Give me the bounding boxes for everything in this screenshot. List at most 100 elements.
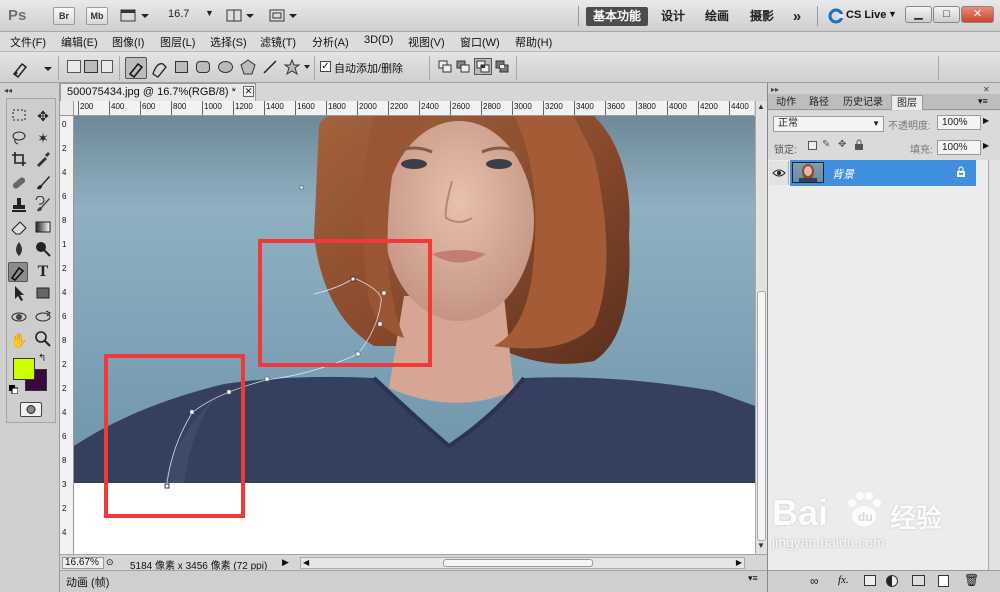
workspace-design[interactable]: 设计 — [656, 7, 690, 26]
shape-layers-icon[interactable] — [67, 60, 81, 73]
paths-mode-icon[interactable] — [84, 60, 98, 73]
menu-layer[interactable]: 图层(L) — [160, 34, 195, 50]
brush-tool-icon[interactable] — [33, 174, 53, 194]
3d-rotate-icon[interactable] — [9, 308, 29, 328]
screen-mode-icon[interactable] — [269, 8, 299, 24]
more-workspaces-icon[interactable]: » — [786, 7, 808, 26]
add-path-area-icon[interactable] — [438, 60, 452, 73]
tab-layers[interactable]: 图层 — [891, 95, 923, 110]
close-document-icon[interactable]: ✕ — [243, 86, 254, 97]
ruler-origin[interactable] — [60, 101, 74, 116]
collapse-tools-icon[interactable]: ◂◂ — [4, 86, 12, 95]
eraser-tool-icon[interactable] — [9, 218, 29, 238]
layer-visibility-toggle[interactable] — [769, 161, 789, 185]
lasso-tool-icon[interactable] — [9, 128, 29, 148]
rounded-rectangle-icon[interactable] — [196, 61, 210, 73]
fill-input[interactable]: 100% — [937, 140, 981, 155]
menu-window[interactable]: 窗口(W) — [460, 34, 500, 50]
minimize-button[interactable]: ▁ — [905, 6, 932, 23]
zoom-tool-icon[interactable] — [33, 330, 53, 350]
freeform-pen-icon[interactable] — [150, 58, 170, 78]
rectangle-shape-icon[interactable] — [175, 61, 188, 73]
eyedropper-icon[interactable] — [33, 150, 53, 170]
lock-all-icon[interactable] — [854, 139, 864, 150]
scroll-up-icon[interactable]: ▲ — [757, 102, 765, 111]
fill-dropdown-icon[interactable]: ▶ — [983, 141, 989, 150]
magic-wand-icon[interactable]: ✶ — [33, 128, 53, 148]
expand-panels-icon[interactable]: ▸▸ — [771, 85, 779, 94]
horizontal-scrollbar[interactable]: ◀ ▶ — [300, 557, 745, 569]
status-menu-arrow-icon[interactable]: ▶ — [282, 555, 294, 570]
tool-preset-picker[interactable] — [8, 57, 56, 79]
document-tab[interactable]: 500075434.jpg @ 16.7%(RGB/8) * — [60, 83, 256, 101]
adjustment-layer-icon[interactable] — [886, 575, 898, 587]
lock-image-icon[interactable]: ✎ — [822, 139, 830, 150]
cs-live-button[interactable]: CS Live — [846, 9, 886, 21]
menu-edit[interactable]: 编辑(E) — [61, 34, 98, 50]
mini-bridge-button[interactable]: Mb — [86, 7, 108, 25]
menu-select[interactable]: 选择(S) — [210, 34, 247, 50]
blend-mode-select[interactable]: 正常 ▼ — [773, 116, 884, 132]
path-selection-icon[interactable] — [9, 284, 29, 304]
auto-add-delete-checkbox[interactable]: ✓ — [320, 61, 331, 72]
tab-paths[interactable]: 路径 — [804, 95, 834, 110]
menu-view[interactable]: 视图(V) — [408, 34, 445, 50]
lock-position-icon[interactable]: ✥ — [838, 139, 846, 150]
menu-file[interactable]: 文件(F) — [10, 34, 46, 50]
crop-tool-icon[interactable] — [9, 150, 29, 170]
horizontal-scroll-thumb[interactable] — [443, 559, 593, 567]
3d-orbit-icon[interactable] — [33, 308, 53, 328]
tab-actions[interactable]: 动作 — [770, 95, 802, 110]
type-tool-icon[interactable]: T — [33, 262, 53, 282]
swap-colors-arrow-icon[interactable]: ↰ — [38, 353, 46, 364]
link-layers-icon[interactable]: ∞ — [810, 574, 819, 588]
hand-tool-icon[interactable]: ✋ — [9, 330, 29, 350]
quick-mask-icon[interactable] — [20, 402, 42, 417]
polygon-shape-icon[interactable] — [240, 59, 256, 75]
intersect-path-area-icon[interactable] — [474, 58, 492, 75]
opacity-dropdown-icon[interactable]: ▶ — [983, 116, 989, 125]
vertical-scroll-thumb[interactable] — [757, 291, 766, 541]
pen-tool-option-icon[interactable] — [125, 57, 147, 79]
status-info-icon[interactable]: ⊙ — [106, 557, 120, 569]
bridge-button[interactable]: Br — [53, 7, 75, 25]
blur-tool-icon[interactable] — [9, 240, 29, 260]
subtract-path-area-icon[interactable] — [456, 60, 470, 73]
scroll-right-icon[interactable]: ▶ — [736, 558, 742, 567]
animation-panel-title[interactable]: 动画 (帧) — [66, 574, 109, 590]
healing-brush-icon[interactable] — [9, 174, 29, 194]
zoom-level-select[interactable]: 16.7 ▼ — [168, 8, 218, 24]
scroll-left-icon[interactable]: ◀ — [303, 558, 309, 567]
delete-layer-icon[interactable]: 🗑 — [964, 573, 979, 587]
scroll-down-icon[interactable]: ▼ — [757, 541, 765, 550]
vertical-scrollbar[interactable]: ▲ ▼ — [755, 101, 767, 554]
cs-live-chevron-icon[interactable]: ▼ — [888, 9, 897, 19]
gradient-tool-icon[interactable] — [33, 218, 53, 238]
new-layer-icon[interactable] — [938, 575, 949, 587]
vertical-ruler[interactable]: 0 2 4 6 8 1 2 4 6 8 2 2 4 6 8 3 2 4 — [60, 116, 74, 554]
menu-help[interactable]: 帮助(H) — [515, 34, 552, 50]
layers-scrollbar[interactable] — [988, 160, 1000, 570]
menu-filter[interactable]: 滤镜(T) — [260, 34, 296, 50]
menu-analysis[interactable]: 分析(A) — [312, 34, 349, 50]
rectangle-tool-icon[interactable] — [33, 284, 53, 304]
add-mask-icon[interactable] — [864, 575, 876, 586]
custom-shape-icon[interactable] — [283, 58, 311, 76]
fill-pixels-icon[interactable] — [101, 60, 113, 73]
marquee-tool-icon[interactable] — [9, 106, 29, 126]
document-canvas[interactable] — [74, 116, 755, 554]
history-brush-icon[interactable] — [33, 195, 53, 216]
arrange-documents-icon[interactable] — [226, 8, 256, 24]
close-panel-dock-icon[interactable]: ✕ — [983, 85, 990, 94]
workspace-essentials[interactable]: 基本功能 — [586, 7, 648, 26]
pen-tool-icon[interactable] — [8, 262, 28, 282]
menu-3d[interactable]: 3D(D) — [364, 34, 393, 46]
default-colors-icon[interactable] — [9, 383, 19, 395]
close-button[interactable]: ✕ — [961, 6, 994, 23]
view-extras-icon[interactable] — [120, 8, 150, 24]
horizontal-ruler[interactable]: 200 400 600 800 1000 1200 1400 1600 1800 2000 2200… — [74, 101, 754, 116]
photo-canvas[interactable] — [74, 116, 755, 554]
workspace-photography[interactable]: 摄影 — [745, 7, 779, 26]
new-group-icon[interactable] — [912, 575, 925, 586]
lock-transparent-icon[interactable] — [808, 141, 817, 150]
